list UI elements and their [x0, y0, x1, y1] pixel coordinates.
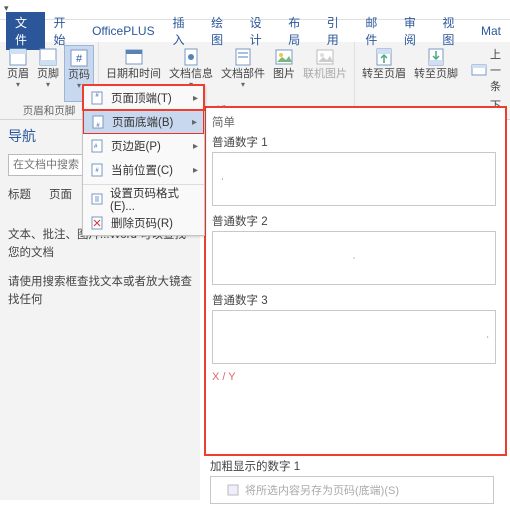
menu-item-current[interactable]: # 当前位置(C) ▸: [83, 158, 204, 182]
nav-hint: 文本、批注、图片...Word 可以查找您的文档 请使用搜索框查找文本或者放大镜…: [8, 226, 192, 310]
online-picture-icon: [315, 47, 335, 67]
nav-tab-page[interactable]: 页面: [49, 186, 72, 202]
datetime-icon: [124, 47, 144, 67]
menu-label: 当前位置(C): [111, 162, 173, 178]
save-selection-label: 将所选内容另存为页码(底端)(S): [245, 482, 399, 498]
preview-number-icon: ·: [221, 175, 224, 184]
docparts-button[interactable]: 文档部件 ▾: [218, 45, 268, 102]
page-top-icon: #: [89, 90, 105, 106]
format-icon: [89, 191, 104, 207]
datetime-label: 日期和时间: [106, 68, 161, 80]
chevron-down-icon: ▾: [241, 80, 245, 89]
gallery-section-xy: X / Y: [212, 371, 499, 383]
gallery-item-plain-3[interactable]: ·: [212, 310, 496, 364]
docinfo-label: 文档信息: [169, 68, 213, 80]
group-label-hf: 页眉和页脚: [23, 103, 76, 118]
submenu-arrow-icon: ▸: [193, 93, 198, 104]
menu-item-remove[interactable]: 删除页码(R): [83, 211, 204, 235]
docparts-label: 文档部件: [221, 68, 265, 80]
picture-label: 图片: [273, 68, 295, 80]
gallery-item-label: 加粗显示的数字 1: [210, 458, 507, 474]
menu-label: 页边距(P): [111, 138, 161, 154]
goto-header-icon: [374, 47, 394, 67]
gallery-item-plain-2[interactable]: ·: [212, 231, 496, 285]
goto-footer-icon: [426, 47, 446, 67]
save-selection-button[interactable]: 将所选内容另存为页码(底端)(S): [226, 482, 399, 498]
header-button[interactable]: 页眉 ▾: [4, 45, 32, 102]
header-label: 页眉: [7, 68, 29, 80]
goto-header-button[interactable]: 转至页眉: [359, 45, 409, 102]
nav-hint-2: 请使用搜索框查找文本或者放大镜查找任何: [8, 273, 192, 310]
nav-tab-heading[interactable]: 标题: [8, 186, 31, 202]
prev-section-button[interactable]: 上一条: [469, 45, 507, 95]
remove-icon: [89, 215, 105, 231]
menu-label: 页面顶端(T): [111, 90, 172, 106]
menu-item-margin[interactable]: # 页边距(P) ▸: [83, 134, 204, 158]
footer-icon: [38, 47, 58, 67]
preview-number-icon: ·: [353, 254, 356, 263]
page-number-menu: # 页面顶端(T) ▸ # 页面底端(B) ▸ # 页边距(P) ▸ # 当前位…: [82, 85, 205, 236]
save-icon: [226, 483, 240, 497]
page-bottom-icon: #: [90, 114, 106, 130]
preview-number-icon: ·: [486, 333, 489, 342]
picture-icon: [274, 47, 294, 67]
page-margin-icon: #: [89, 138, 105, 154]
header-icon: [8, 47, 28, 67]
goto-header-label: 转至页眉: [362, 68, 406, 80]
chevron-down-icon: ▾: [46, 80, 50, 89]
picture-button[interactable]: 图片: [270, 45, 298, 102]
gallery-item-label: 普通数字 2: [212, 213, 499, 229]
menu-label: 页面底端(B): [112, 114, 173, 130]
svg-text:#: #: [76, 53, 83, 65]
page-current-icon: #: [89, 162, 105, 178]
page-number-label: 页码: [68, 69, 90, 81]
gallery-item-label: 普通数字 3: [212, 292, 499, 308]
footer-label: 页脚: [37, 68, 59, 80]
page-number-gallery: 简单 普通数字 1 · 普通数字 2 · 普通数字 3 · X / Y: [204, 106, 507, 456]
submenu-arrow-icon: ▸: [192, 117, 197, 128]
menu-label: 设置页码格式(E)...: [110, 185, 198, 213]
prev-label: 上一条: [490, 46, 505, 94]
menu-item-format[interactable]: 设置页码格式(E)...: [83, 187, 204, 211]
gallery-section-simple: 简单: [212, 114, 499, 130]
goto-footer-button[interactable]: 转至页脚: [411, 45, 461, 102]
gallery-item-label: 普通数字 1: [212, 134, 499, 150]
chevron-down-icon: ▾: [77, 81, 81, 90]
hash-icon: #: [69, 48, 89, 68]
online-picture-button[interactable]: 联机图片: [300, 45, 350, 102]
ribbon-tabs: 文件 开始 OfficePLUS 插入 绘图 设计 布局 引用 邮件 审阅 视图…: [0, 20, 510, 42]
goto-footer-label: 转至页脚: [414, 68, 458, 80]
submenu-arrow-icon: ▸: [193, 141, 198, 152]
submenu-arrow-icon: ▸: [193, 165, 198, 176]
chevron-down-icon: ▾: [16, 80, 20, 89]
menu-label: 删除页码(R): [111, 215, 173, 231]
online-picture-label: 联机图片: [303, 68, 347, 80]
gallery-item-plain-1[interactable]: ·: [212, 152, 496, 206]
docparts-icon: [233, 47, 253, 67]
menu-item-top[interactable]: # 页面顶端(T) ▸: [83, 86, 204, 110]
prev-icon: [471, 60, 487, 80]
tab-officeplus[interactable]: OfficePLUS: [83, 22, 163, 40]
tab-mat[interactable]: Mat: [472, 22, 510, 40]
docinfo-icon: [181, 47, 201, 67]
footer-button[interactable]: 页脚 ▾: [34, 45, 62, 102]
menu-item-bottom[interactable]: # 页面底端(B) ▸: [83, 110, 204, 134]
